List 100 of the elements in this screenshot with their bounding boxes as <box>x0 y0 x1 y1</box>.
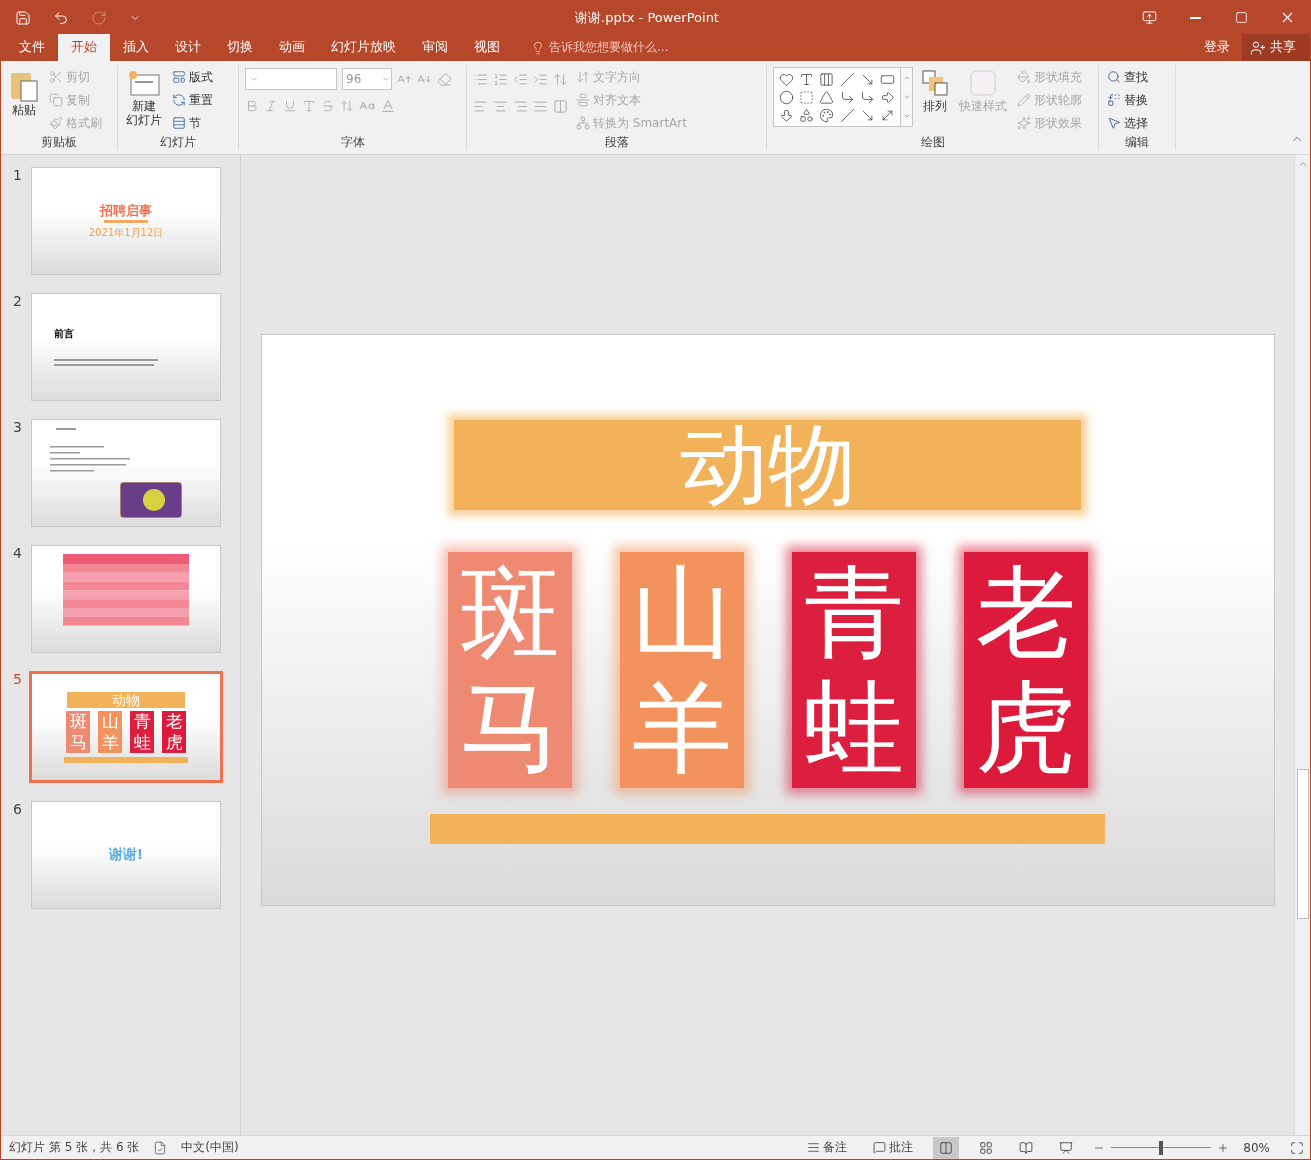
strikethrough-icon <box>321 99 335 113</box>
font-name-field[interactable] <box>245 68 337 90</box>
ribbon-tab[interactable]: 幻灯片放映 <box>318 34 409 61</box>
ribbon-tab[interactable]: 文件 <box>6 34 58 61</box>
layout-icon <box>172 70 186 84</box>
user-plus-icon <box>1250 39 1266 56</box>
bold-icon <box>245 99 259 113</box>
new-slide-icon <box>127 69 161 99</box>
ribbon-tab[interactable]: 审阅 <box>409 34 461 61</box>
window-title: 谢谢.pptx - PowerPoint <box>575 8 720 27</box>
title-band: 动物 <box>454 420 1081 510</box>
slide-number: 6 <box>13 801 23 819</box>
tell-me-field[interactable]: 告诉我您想要做什么... <box>549 39 669 56</box>
spellcheck-icon <box>153 1140 168 1155</box>
vertical-scrollbar[interactable] <box>1294 155 1310 1135</box>
comment-icon <box>873 1141 887 1154</box>
copy-icon <box>49 93 63 107</box>
subtitle-line-drawing <box>104 220 148 224</box>
minimize-icon <box>1189 16 1201 19</box>
zoom-thumb[interactable] <box>1159 1140 1164 1155</box>
fit-icon <box>1290 1140 1304 1155</box>
thumbnail-animal-box: 老虎 <box>162 710 186 753</box>
quick-styles-icon <box>967 69 999 99</box>
gallery-scrollbar[interactable] <box>901 67 913 127</box>
comments-button[interactable]: 批注 <box>867 1136 920 1159</box>
dropdown-caret-icon <box>249 74 259 84</box>
arrange-button[interactable]: 排列 <box>919 67 951 134</box>
animal-name: 斑马 <box>459 555 560 785</box>
scissors-icon <box>49 70 63 84</box>
thumbnail-animal-box: 青蛙 <box>130 710 154 753</box>
font-size-field[interactable]: 96 <box>342 68 392 90</box>
dropdown-caret-icon <box>381 74 391 84</box>
lightbulb-icon <box>531 40 545 55</box>
paste-button[interactable]: 粘贴 <box>7 67 41 134</box>
group-label: 字体 <box>339 134 366 150</box>
ribbon-tab[interactable]: 开始 <box>58 34 110 61</box>
animal-name: 青蛙 <box>803 555 904 785</box>
text-direction-icon <box>576 70 590 84</box>
ribbon-tab[interactable]: 插入 <box>110 34 162 61</box>
group-label: 绘图 <box>919 134 946 150</box>
sparkles-icon <box>1017 116 1031 130</box>
ribbon-tab[interactable]: 设计 <box>162 34 214 61</box>
editing-button[interactable]: 查找 <box>1105 67 1150 87</box>
sign-in-button[interactable]: 登录 <box>1192 34 1242 61</box>
slides-button[interactable]: 版式 <box>170 67 215 87</box>
slide-thumbnail[interactable]: 招聘启事 2021年1月12日 <box>31 167 221 275</box>
underline-icon <box>283 99 297 113</box>
ribbon-tab[interactable]: 切换 <box>214 34 266 61</box>
slide-thumbnail[interactable]: 前言 <box>31 293 221 401</box>
brush-icon <box>49 116 63 130</box>
slide-thumbnail[interactable] <box>31 545 221 653</box>
scrollbar-thumb[interactable] <box>1296 769 1309 919</box>
language-label: 中文(中国) <box>181 1139 239 1156</box>
thumbnail-date: 2021年1月12日 <box>88 226 164 240</box>
slides-button[interactable]: 节 <box>170 113 215 133</box>
slide-number: 5 <box>13 671 23 689</box>
ribbon-tab[interactable]: 视图 <box>461 34 513 61</box>
slide-thumbnail[interactable] <box>31 419 221 527</box>
align-right-icon <box>513 98 528 114</box>
grid-icon <box>979 1140 994 1155</box>
new-slide-button[interactable]: 新建 幻灯片 <box>124 67 164 134</box>
editing-button[interactable]: 替换 <box>1105 90 1150 110</box>
pointer-icon <box>1107 116 1121 130</box>
editing-button[interactable]: 选择 <box>1105 113 1150 133</box>
slides-button[interactable]: 重置 <box>170 90 215 110</box>
pencil-icon <box>1017 93 1031 107</box>
group-label: 剪贴板 <box>40 134 78 150</box>
group-label: 幻灯片 <box>159 134 197 150</box>
presentation-icon <box>1059 1140 1074 1155</box>
notes-button[interactable]: 备注 <box>801 1136 854 1159</box>
thumbnail-animal-box: 斑马 <box>66 710 90 753</box>
redo-icon <box>91 9 107 26</box>
section-icon <box>172 116 186 130</box>
justify-icon <box>533 98 548 114</box>
smartart-icon <box>576 116 590 130</box>
chevron-down-icon <box>902 93 911 101</box>
book-icon <box>1019 1140 1034 1155</box>
scroll-up-icon <box>1297 159 1308 169</box>
numbering-icon <box>493 71 508 87</box>
normal-view-icon <box>939 1140 954 1155</box>
slide-number: 2 <box>13 293 23 311</box>
bullets-icon <box>473 71 488 87</box>
reset-icon <box>172 93 186 107</box>
align-left-icon <box>473 98 488 114</box>
ribbon-display-icon <box>1141 10 1157 25</box>
arrange-icon <box>921 69 949 99</box>
replace-icon <box>1107 93 1121 107</box>
line-spacing-icon <box>553 71 568 87</box>
thumbnail-title: 招聘启事 <box>100 202 152 220</box>
paint-bucket-icon <box>1017 70 1031 84</box>
align-text-icon <box>576 93 590 107</box>
thumbnail-title-band: 动物 <box>67 691 185 708</box>
slide-thumbnail[interactable]: 动物 斑马 山羊 青蛙 老虎 <box>29 671 223 783</box>
group-label: 段落 <box>603 134 630 150</box>
undo-icon <box>53 9 69 26</box>
normal-view-button[interactable] <box>933 1136 960 1159</box>
shapes-gallery[interactable] <box>773 67 901 127</box>
share-button[interactable]: 共享 <box>1242 34 1310 61</box>
zoom-in-icon <box>1217 1141 1230 1154</box>
ribbon-tab[interactable]: 动画 <box>266 34 318 61</box>
